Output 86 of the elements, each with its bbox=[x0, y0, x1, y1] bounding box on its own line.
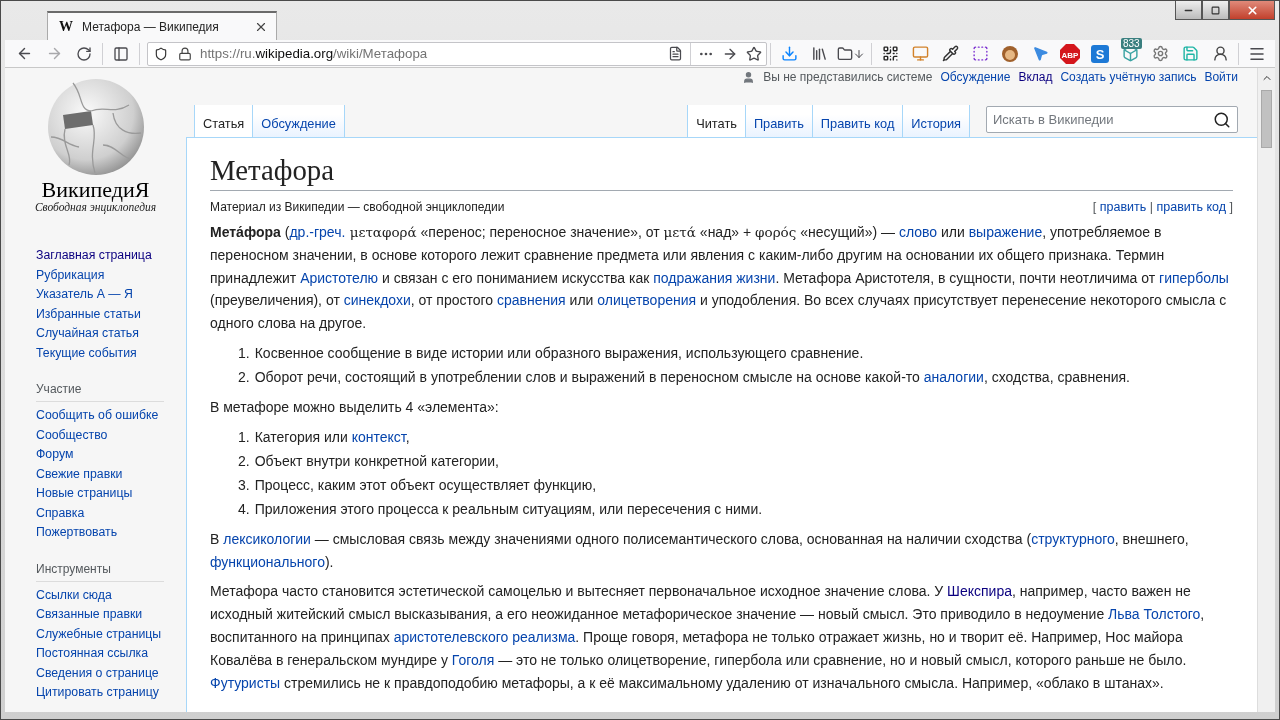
sidebar-heading: Участие bbox=[36, 381, 164, 402]
sidebar-heading: Инструменты bbox=[36, 560, 164, 582]
list-number: 1. bbox=[238, 344, 250, 363]
paragraph: В метафоре можно выделить 4 «элемента»: bbox=[210, 398, 500, 417]
link[interactable]: гиперболы bbox=[1159, 269, 1229, 286]
link[interactable]: лексикологии bbox=[223, 530, 311, 547]
list-item-text: Процесс, каким этот объект осуществляет функцию, bbox=[254, 475, 597, 495]
list-item-text: Категория или контекст, bbox=[254, 427, 410, 447]
view-tab[interactable]: Править bbox=[744, 105, 812, 137]
paragraph: В лексикологии — смысловая связь между значениями одного полисемантического слова, основанная на наличии сходства (структурного, внешнего, функционального). bbox=[210, 529, 1190, 572]
sidebar-link[interactable]: Справка bbox=[36, 503, 85, 523]
link[interactable]: сравнения bbox=[497, 292, 566, 309]
user-icon bbox=[742, 70, 756, 84]
sidebar-link[interactable]: Рубрикация bbox=[36, 265, 105, 285]
minimize-button[interactable] bbox=[1175, 1, 1202, 20]
sidebar-link[interactable]: Служебные страницы bbox=[36, 624, 162, 644]
shield-icon[interactable] bbox=[154, 46, 168, 61]
list-item-text: Оборот речи, состоящий в употреблении слов и выражений в переносном смысле на основе какой-то аналогии, сходства, сравнения. bbox=[254, 368, 1130, 387]
count-badge: 833 bbox=[1121, 37, 1142, 49]
sidebar-link[interactable]: Сообщество bbox=[36, 425, 108, 445]
url-field[interactable]: https://ru.wikipedia.org/wiki/Метафора bbox=[147, 41, 767, 66]
view-tab[interactable]: Читать bbox=[687, 105, 745, 137]
scroll-thumb[interactable] bbox=[1261, 90, 1272, 148]
edit-links: [ править | править код ] bbox=[1092, 200, 1233, 214]
sidebar-link[interactable]: Заглавная страница bbox=[36, 246, 152, 266]
paragraph: Метафора часто становится эстетической самоцелью и вытесняет первоначальное исходное значение слова. У Шекспира, например, часто важен не исходный житейский смысл высказывания, а его неожиданное метафорическое значение — новый смысл. Это приводило в недоумение Льва Толстого, воспитанного на принципах аристотелевского реализма. Проще говоря, метафора не только отражает жизнь, но и творит её. Например, Нос майора Ковалёва в генеральском мундире у Гоголя — это не только олицетворение, гипербола или сравнение, но и новый смысл, которого раньше не было. Футуристы стремились не к правдоподобию метафоры, а к её максимальному удалению от изначального смысла. Например, «облако в штанах». bbox=[210, 582, 1206, 693]
sidebar-link[interactable]: Форум bbox=[36, 445, 74, 465]
list-number: 3. bbox=[238, 475, 250, 495]
link[interactable]: функционального bbox=[210, 553, 325, 570]
logo-wordmark: ВикипедиЯ bbox=[41, 179, 150, 201]
list-item-text: Объект внутри конкретной категории, bbox=[254, 451, 499, 471]
link[interactable]: слово bbox=[898, 224, 938, 240]
sidebar-link[interactable]: Текущие события bbox=[36, 343, 137, 363]
list-item-text: Косвенное сообщение в виде истории или образного выражения, использующего сравнение. bbox=[254, 344, 864, 363]
list-number: 2. bbox=[238, 451, 250, 471]
sidebar-link[interactable]: Сведения о странице bbox=[36, 663, 159, 683]
sidebar-link[interactable]: Избранные статьи bbox=[36, 304, 141, 324]
close-icon bbox=[1245, 3, 1259, 17]
sidebar-link[interactable]: Постоянная ссылка bbox=[36, 644, 149, 664]
view-tab[interactable]: История bbox=[902, 105, 970, 137]
sidebar-link[interactable]: Случайная статья bbox=[36, 324, 139, 344]
link[interactable]: контекст bbox=[351, 428, 406, 445]
page-tab[interactable]: Обсуждение bbox=[252, 105, 345, 137]
maximize-icon bbox=[1211, 5, 1220, 15]
list-number: 4. bbox=[238, 499, 250, 519]
personal-link[interactable]: Создать учётную запись bbox=[1060, 70, 1197, 84]
maximize-button[interactable] bbox=[1202, 1, 1229, 20]
view-tab[interactable]: Править код bbox=[811, 105, 903, 137]
link[interactable]: синекдохи bbox=[343, 292, 411, 309]
link[interactable]: структурного bbox=[1031, 530, 1115, 547]
link[interactable]: Аристотелю bbox=[300, 269, 379, 286]
logo-tagline: Свободная энциклопедия bbox=[34, 201, 157, 213]
browser-tab[interactable]: W Метафора — Википедия bbox=[47, 11, 277, 40]
personal-link[interactable]: Вклад bbox=[1018, 70, 1053, 84]
sidebar-link[interactable]: Связанные правки bbox=[36, 605, 143, 625]
link[interactable]: аналогии bbox=[923, 369, 984, 385]
scrollbar[interactable] bbox=[1257, 68, 1275, 712]
sidebar-link[interactable]: Сообщить об ошибке bbox=[36, 406, 159, 426]
search-field[interactable]: Искать в Википедии bbox=[986, 106, 1238, 133]
link[interactable]: др.-греч. bbox=[289, 224, 346, 240]
list-number: 1. bbox=[238, 427, 250, 447]
search-icon[interactable] bbox=[1213, 110, 1231, 129]
close-button[interactable] bbox=[1229, 1, 1275, 20]
article-title: Метафора bbox=[210, 152, 1233, 191]
sidebar-link[interactable]: Указатель А — Я bbox=[36, 285, 133, 305]
sidebar-link[interactable]: Цитировать страницу bbox=[36, 683, 159, 703]
link[interactable]: Гоголя bbox=[451, 651, 495, 668]
list-number: 2. bbox=[238, 368, 250, 387]
page-tab[interactable]: Статья bbox=[194, 105, 253, 137]
sidebar-link[interactable]: Новые страницы bbox=[36, 484, 133, 504]
personal-link[interactable]: Войти bbox=[1204, 70, 1238, 84]
link[interactable]: править код bbox=[1156, 200, 1227, 214]
link[interactable]: Шекспира bbox=[947, 583, 1012, 600]
link[interactable]: выражение bbox=[968, 224, 1043, 240]
link[interactable]: править bbox=[1099, 200, 1147, 214]
lock-icon[interactable] bbox=[178, 46, 192, 61]
article-tagline: Материал из Википедии — свободной энциклопедии bbox=[210, 200, 505, 214]
link[interactable]: олицетворения bbox=[597, 292, 697, 309]
link[interactable]: Футуристы bbox=[210, 674, 281, 691]
sidebar-link[interactable]: Ссылки сюда bbox=[36, 585, 112, 605]
list-item-text: Приложения этого процесса к реальным ситуациям, или пересечения с ними. bbox=[254, 499, 763, 519]
personal-link[interactable]: Обсуждение bbox=[940, 70, 1011, 84]
sidebar-link[interactable]: Пожертвовать bbox=[36, 523, 118, 543]
login-status: Вы не представились системе bbox=[763, 70, 933, 84]
sidebar-link[interactable]: Свежие правки bbox=[36, 464, 123, 484]
paragraph: Мета́фора (др.-греч. μεταφορά «перенос; переносное значение», от μετά «над» + φορός «несущий») — слово или выражение, употребляемое в переносном значении, в основе которого лежит сравнение предмета или явления с каким-либо другим на основании их общего признака. Термин принадлежит Аристотелю и связан с его пониманием искусства как подражания жизни. Метафора Аристотеля, в сущности, почти неотличима от гиперболы (преувеличения), от синекдохи, от простого сравнения или олицетворения и уподобления. Во всех случаях присутствует перенесение некоторого смысла с одного слова на другое. bbox=[210, 223, 1230, 334]
